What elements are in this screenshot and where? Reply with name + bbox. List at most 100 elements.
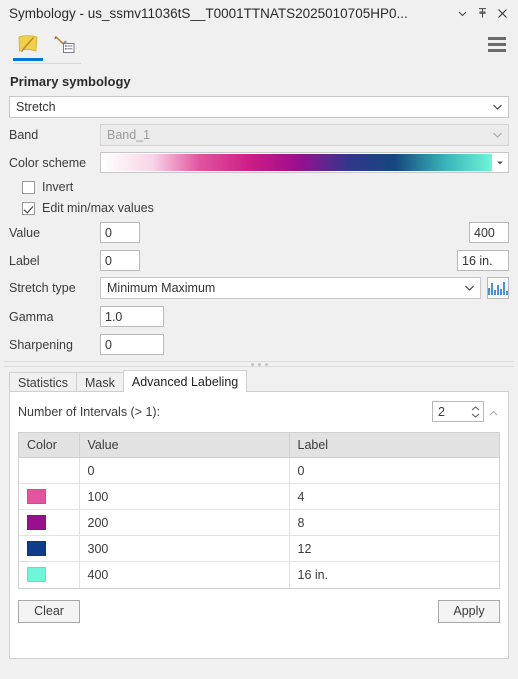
cell-label[interactable]: 4 xyxy=(289,483,499,510)
chevron-down-icon[interactable] xyxy=(453,4,472,23)
label-max-input[interactable]: 16 in. xyxy=(457,250,509,271)
band-value: Band_1 xyxy=(107,128,151,142)
band-row: Band Band_1 xyxy=(9,124,509,146)
histogram-bar xyxy=(506,291,508,295)
splitter-grip-icon xyxy=(245,362,273,366)
primary-symbology-heading: Primary symbology xyxy=(10,74,131,89)
cell-color[interactable] xyxy=(19,457,80,484)
table-row[interactable]: 400 16 in. xyxy=(19,561,499,588)
color-swatch[interactable] xyxy=(27,489,46,504)
cell-label[interactable]: 0 xyxy=(289,457,499,484)
value-min-input[interactable]: 0 xyxy=(100,222,140,243)
title-bar-buttons xyxy=(453,4,512,23)
primary-symbology-section: Primary symbology Stretch Band Band_1 Co… xyxy=(0,64,518,358)
color-swatch[interactable] xyxy=(27,541,46,556)
tab-advanced-labeling[interactable]: Advanced Labeling xyxy=(122,370,248,392)
invert-checkbox[interactable] xyxy=(22,180,35,194)
panel-menu-icon[interactable] xyxy=(486,31,508,57)
color-swatch[interactable] xyxy=(27,463,46,478)
chevron-down-icon[interactable] xyxy=(458,278,480,298)
tab-underline-track xyxy=(13,63,81,64)
edit-minmax-label: Edit min/max values xyxy=(42,201,154,215)
tab-statistics[interactable]: Statistics xyxy=(9,372,78,392)
sharpening-label: Sharpening xyxy=(9,337,73,352)
gamma-input[interactable]: 1.0 xyxy=(100,306,164,327)
value-row: Value 0 400 xyxy=(9,222,509,243)
cell-value[interactable]: 400 xyxy=(79,561,290,588)
action-button-row: Clear Apply xyxy=(18,599,500,623)
tab-advanced-labeling-label: Advanced Labeling xyxy=(131,374,239,389)
histogram-icon[interactable] xyxy=(487,277,509,299)
menu-line xyxy=(488,42,506,46)
column-header-value[interactable]: Value xyxy=(79,433,290,458)
invert-label: Invert xyxy=(42,180,74,194)
chevron-down-icon[interactable] xyxy=(492,154,507,171)
chevron-down-icon[interactable] xyxy=(486,97,508,117)
color-swatch[interactable] xyxy=(27,567,46,583)
cell-value[interactable]: 300 xyxy=(79,535,290,562)
value-max-input[interactable]: 400 xyxy=(469,222,509,243)
cell-color[interactable] xyxy=(19,483,80,510)
gamma-label: Gamma xyxy=(9,309,54,324)
cell-value[interactable]: 0 xyxy=(79,457,290,484)
band-label: Band xyxy=(9,128,39,142)
title-bar: Symbology - us_ssmv11036tS__T0001TTNATS2… xyxy=(0,0,518,26)
color-scheme-label: Color scheme xyxy=(9,155,87,170)
splitter-line xyxy=(4,366,514,367)
clear-button[interactable]: Clear xyxy=(18,599,80,623)
histogram-bar xyxy=(500,289,502,295)
apply-button[interactable]: Apply xyxy=(438,599,500,623)
cell-color[interactable] xyxy=(19,561,80,588)
tab-mask[interactable]: Mask xyxy=(76,372,124,392)
cell-value[interactable]: 100 xyxy=(79,483,290,510)
chevron-down-icon xyxy=(486,125,508,145)
column-header-label[interactable]: Label xyxy=(289,433,499,458)
symbology-panel: Symbology - us_ssmv11036tS__T0001TTNATS2… xyxy=(0,0,518,679)
cell-label[interactable]: 8 xyxy=(289,509,499,536)
label-label: Label xyxy=(9,253,40,268)
column-header-color[interactable]: Color xyxy=(19,433,80,458)
edit-minmax-row: Edit min/max values xyxy=(9,201,509,215)
color-swatch[interactable] xyxy=(27,515,46,530)
symbology-tab-strip xyxy=(0,26,518,64)
scrollbar-up-arrow-icon[interactable] xyxy=(487,407,500,416)
grip-dot xyxy=(264,362,268,366)
cell-color[interactable] xyxy=(19,535,80,562)
close-icon[interactable] xyxy=(493,4,512,23)
sharpening-input[interactable]: 0 xyxy=(100,334,164,355)
band-combo[interactable]: Band_1 xyxy=(100,124,509,146)
pin-icon[interactable] xyxy=(473,4,492,23)
lower-tab-bar: Statistics Mask Advanced Labeling xyxy=(9,370,509,392)
table-header-row: Color Value Label xyxy=(19,433,499,458)
labeling-grid: Color Value Label 0 0 100 4 200 8 300 12… xyxy=(19,433,499,588)
table-row[interactable]: 200 8 xyxy=(19,509,499,536)
menu-line xyxy=(488,48,506,52)
panel-splitter[interactable] xyxy=(0,358,518,370)
table-row[interactable]: 100 4 xyxy=(19,483,499,510)
label-min-input[interactable]: 0 xyxy=(100,250,140,271)
table-row[interactable]: 300 12 xyxy=(19,535,499,562)
intervals-row: Number of Intervals (> 1): 2 xyxy=(18,401,500,422)
intervals-label: Number of Intervals (> 1): xyxy=(18,404,161,419)
menu-line xyxy=(488,36,506,40)
intervals-stepper[interactable]: 2 xyxy=(432,401,484,422)
tab-symbol-properties[interactable] xyxy=(46,29,82,60)
cell-value[interactable]: 200 xyxy=(79,509,290,536)
cell-label[interactable]: 12 xyxy=(289,535,499,562)
intervals-value: 2 xyxy=(438,404,445,419)
brush-properties-icon xyxy=(53,35,74,53)
color-ramp-preview xyxy=(102,154,492,171)
invert-row: Invert xyxy=(9,180,509,194)
table-row[interactable]: 0 0 xyxy=(19,457,499,484)
stepper-arrows-icon[interactable] xyxy=(467,402,483,421)
cell-label[interactable]: 16 in. xyxy=(289,561,499,588)
color-scheme-combo[interactable] xyxy=(100,152,509,173)
symbology-type-value: Stretch xyxy=(16,100,56,114)
stretch-type-value: Minimum Maximum xyxy=(107,281,216,295)
edit-minmax-checkbox[interactable] xyxy=(22,201,35,215)
tab-symbol-gallery[interactable] xyxy=(10,29,46,61)
stretch-type-label: Stretch type xyxy=(9,281,76,295)
symbology-type-combo[interactable]: Stretch xyxy=(9,96,509,118)
stretch-type-combo[interactable]: Minimum Maximum xyxy=(100,277,481,299)
cell-color[interactable] xyxy=(19,509,80,536)
